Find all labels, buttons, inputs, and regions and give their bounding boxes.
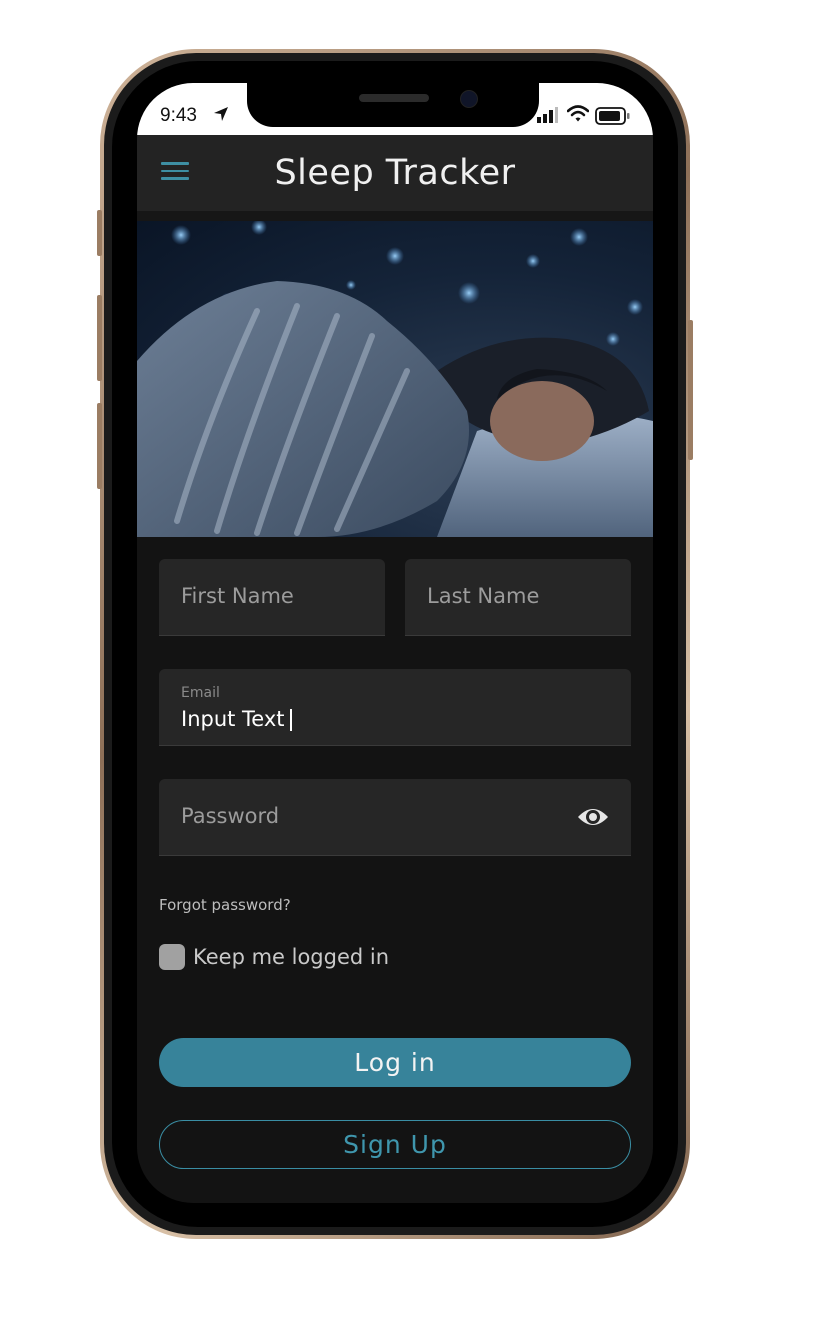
volume-up-button	[97, 295, 102, 381]
forgot-password-link[interactable]: Forgot password?	[159, 896, 291, 914]
phone-screen: 9:43 Sleep Tracker First Name Last Name …	[137, 83, 653, 1203]
last-name-placeholder: Last Name	[427, 584, 540, 608]
email-value-text: Input Text	[181, 707, 285, 731]
eye-icon[interactable]	[577, 805, 609, 829]
speaker-grille	[359, 94, 429, 102]
status-time: 9:43	[160, 105, 197, 126]
location-arrow-icon	[214, 107, 228, 121]
hero-illustration	[137, 221, 653, 537]
email-field[interactable]: Email Input Text	[159, 669, 631, 746]
app-title: Sleep Tracker	[274, 153, 516, 193]
keep-logged-in-checkbox[interactable]	[159, 944, 185, 970]
email-label: Email	[181, 685, 220, 701]
battery-icon	[595, 107, 630, 125]
keep-logged-in-label: Keep me logged in	[193, 945, 390, 969]
app-bar-divider	[137, 211, 653, 221]
last-name-field[interactable]: Last Name	[405, 559, 631, 636]
email-input-value: Input Text	[181, 707, 292, 731]
volume-down-button	[97, 403, 102, 489]
wifi-icon	[567, 105, 589, 122]
app-bar: Sleep Tracker	[137, 135, 653, 211]
keep-logged-in-row[interactable]: Keep me logged in	[159, 943, 389, 971]
signal-icon	[537, 107, 558, 123]
notch	[247, 83, 539, 127]
login-button[interactable]: Log in	[159, 1038, 631, 1087]
text-caret	[289, 709, 292, 731]
silent-switch	[97, 210, 102, 256]
hero-image-sleeping-woman	[137, 221, 653, 537]
front-camera	[460, 90, 478, 108]
password-placeholder: Password	[181, 804, 280, 828]
first-name-placeholder: First Name	[181, 584, 294, 608]
signup-button[interactable]: Sign Up	[159, 1120, 631, 1169]
password-field[interactable]: Password	[159, 779, 631, 856]
power-button	[688, 320, 693, 460]
first-name-field[interactable]: First Name	[159, 559, 385, 636]
